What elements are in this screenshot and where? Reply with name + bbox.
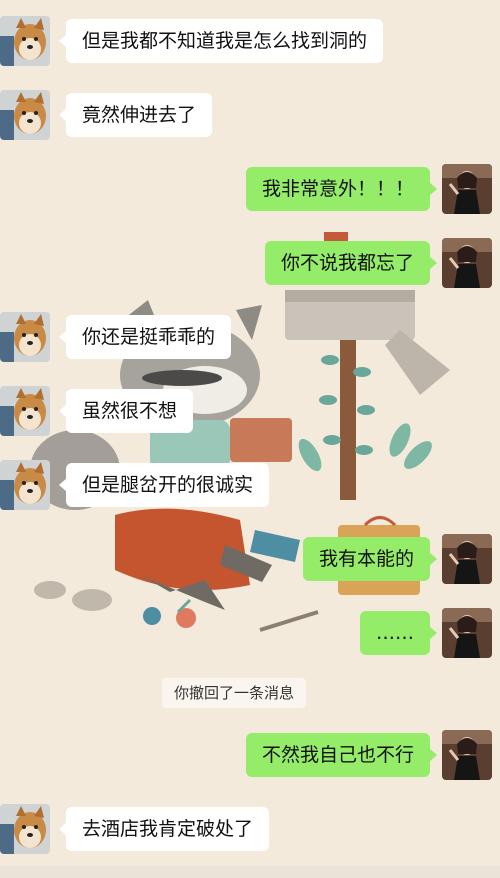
message-row: 但是腿岔开的很诚实 [0, 460, 500, 516]
outgoing-message-bubble[interactable]: 我非常意外！！！ [245, 167, 438, 211]
woman-portrait-icon [442, 238, 492, 288]
shiba-dog-icon [0, 312, 50, 362]
bottom-edge [0, 866, 500, 878]
shiba-dog-icon [0, 90, 50, 140]
shiba-dog-avatar[interactable] [0, 804, 50, 854]
shiba-dog-avatar[interactable] [0, 16, 50, 66]
recalled-message-notice: 你撤回了一条消息 [162, 678, 307, 708]
woman-in-black-avatar[interactable] [442, 238, 492, 288]
incoming-message-bubble[interactable]: 竟然伸进去了 [58, 93, 213, 137]
message-row: 但是我都不知道我是怎么找到洞的 [0, 16, 500, 72]
message-row: 你不说我都忘了 [0, 238, 500, 294]
shiba-dog-avatar[interactable] [0, 460, 50, 510]
woman-in-black-avatar[interactable] [442, 608, 492, 658]
message-row: 我有本能的 [0, 534, 500, 590]
message-row: 竟然伸进去了 [0, 90, 500, 146]
woman-portrait-icon [442, 608, 492, 658]
message-row: 你还是挺乖乖的 [0, 312, 500, 368]
woman-portrait-icon [442, 164, 492, 214]
shiba-dog-avatar[interactable] [0, 90, 50, 140]
message-row: 不然我自己也不行 [0, 730, 500, 786]
outgoing-message-bubble[interactable]: 我有本能的 [302, 537, 438, 581]
shiba-dog-avatar[interactable] [0, 386, 50, 436]
woman-portrait-icon [442, 534, 492, 584]
outgoing-message-bubble[interactable]: 你不说我都忘了 [264, 241, 438, 285]
incoming-message-bubble[interactable]: 但是腿岔开的很诚实 [58, 463, 270, 507]
outgoing-message-bubble[interactable]: 不然我自己也不行 [245, 733, 438, 777]
shiba-dog-icon [0, 804, 50, 854]
woman-in-black-avatar[interactable] [442, 164, 492, 214]
incoming-message-bubble[interactable]: 去酒店我肯定破处了 [58, 807, 270, 851]
message-row: 虽然很不想 [0, 386, 500, 442]
incoming-message-bubble[interactable]: 你还是挺乖乖的 [58, 315, 232, 359]
shiba-dog-icon [0, 386, 50, 436]
incoming-message-bubble[interactable]: 但是我都不知道我是怎么找到洞的 [58, 19, 384, 63]
shiba-dog-icon [0, 16, 50, 66]
woman-in-black-avatar[interactable] [442, 730, 492, 780]
message-row: 我非常意外！！！ [0, 164, 500, 220]
shiba-dog-icon [0, 460, 50, 510]
incoming-message-bubble[interactable]: 虽然很不想 [58, 389, 194, 433]
woman-portrait-icon [442, 730, 492, 780]
message-row: 去酒店我肯定破处了 [0, 804, 500, 860]
outgoing-message-bubble[interactable]: …… [360, 611, 437, 655]
shiba-dog-avatar[interactable] [0, 312, 50, 362]
message-row: …… [0, 608, 500, 664]
woman-in-black-avatar[interactable] [442, 534, 492, 584]
